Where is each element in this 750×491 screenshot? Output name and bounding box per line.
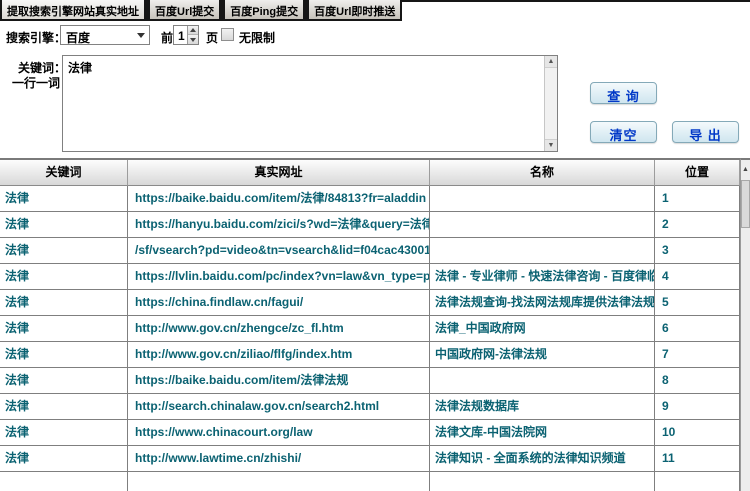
cell-keyword: 法律 (0, 394, 128, 420)
cell-url: /sf/vsearch?pd=video&tn=vsearch&lid=f04c… (128, 238, 430, 264)
scroll-down-icon[interactable]: ▼ (545, 139, 557, 151)
cell-position: 6 (655, 316, 740, 342)
table-row[interactable]: 法律 https://baike.baidu.com/item/法律法规 8 (0, 368, 740, 394)
unlimited-label: 无限制 (239, 29, 275, 46)
cell-name (430, 186, 655, 212)
search-engine-select[interactable]: 百度 (60, 25, 150, 45)
cell-name: 法律 - 专业律师 - 快速法律咨询 - 百度律临 (430, 264, 655, 290)
cell-position: 5 (655, 290, 740, 316)
cell-position: 7 (655, 342, 740, 368)
page-suffix-label: 页 (206, 29, 218, 46)
arrow-down-icon (190, 38, 196, 42)
table-row[interactable]: 法律 https://hanyu.baidu.com/zici/s?wd=法律&… (0, 212, 740, 238)
tab-extract-real-urls[interactable]: 提取搜索引擎网站真实地址 (0, 0, 146, 21)
tab-bar: 提取搜索引擎网站真实地址 百度Url提交 百度Ping提交 百度Url即时推送 (0, 0, 404, 21)
cell-url: https://lvlin.baidu.com/pc/index?vn=law&… (128, 264, 430, 290)
table-header-row: 关键词 真实网址 名称 位置 (0, 160, 740, 186)
stepper-up-button[interactable] (188, 26, 198, 35)
cell-url (128, 472, 430, 491)
tab-baidu-ping-submit[interactable]: 百度Ping提交 (223, 0, 305, 21)
cell-keyword (0, 472, 128, 491)
header-keyword[interactable]: 关键词 (0, 160, 128, 186)
keyword-hint-label: 一行一词 (12, 74, 60, 91)
cell-keyword: 法律 (0, 420, 128, 446)
header-position[interactable]: 位置 (655, 160, 740, 186)
stepper-buttons (187, 26, 198, 44)
cell-name (430, 368, 655, 394)
table-row[interactable]: 法律 https://baike.baidu.com/item/法律/84813… (0, 186, 740, 212)
cell-name: 法律法规查询-找法网法规库提供法律法规、司 (430, 290, 655, 316)
table-row[interactable]: 法律 https://www.chinacourt.org/law 法律文库-中… (0, 420, 740, 446)
cell-keyword: 法律 (0, 212, 128, 238)
cell-name (430, 212, 655, 238)
cell-url: http://search.chinalaw.gov.cn/search2.ht… (128, 394, 430, 420)
keyword-scrollbar[interactable]: ▲ ▼ (544, 56, 557, 151)
cell-url: https://www.chinacourt.org/law (128, 420, 430, 446)
table-scrollbar[interactable]: ▲ (740, 158, 750, 491)
cell-position: 1 (655, 186, 740, 212)
cell-keyword: 法律 (0, 342, 128, 368)
cell-url: https://china.findlaw.cn/fagui/ (128, 290, 430, 316)
page-prefix-label: 前 (161, 29, 173, 46)
page-count-value: 1 (178, 29, 185, 43)
cell-keyword: 法律 (0, 290, 128, 316)
table-row[interactable]: 法律 https://lvlin.baidu.com/pc/index?vn=l… (0, 264, 740, 290)
header-name[interactable]: 名称 (430, 160, 655, 186)
cell-name: 法律知识 - 全面系统的法律知识频道 (430, 446, 655, 472)
cell-name (430, 472, 655, 491)
cell-name (430, 238, 655, 264)
table-row[interactable]: 法律 http://www.gov.cn/zhengce/zc_fl.htm 法… (0, 316, 740, 342)
cell-position: 9 (655, 394, 740, 420)
cell-position (655, 472, 740, 491)
app-window: 提取搜索引擎网站真实地址 百度Url提交 百度Ping提交 百度Url即时推送 … (0, 0, 750, 491)
keyword-text: 法律 (68, 59, 92, 76)
search-engine-value: 百度 (66, 31, 90, 45)
table-row[interactable]: 法律 http://www.lawtime.cn/zhishi/ 法律知识 - … (0, 446, 740, 472)
tab-baidu-url-submit[interactable]: 百度Url提交 (148, 0, 221, 21)
cell-name: 中国政府网-法律法规 (430, 342, 655, 368)
page-count-stepper[interactable]: 1 (173, 25, 199, 45)
cell-position: 11 (655, 446, 740, 472)
cell-keyword: 法律 (0, 264, 128, 290)
scroll-up-icon[interactable]: ▲ (545, 56, 557, 68)
search-engine-label: 搜索引擎： (6, 29, 66, 46)
scroll-up-icon[interactable]: ▲ (741, 162, 750, 176)
export-button[interactable]: 导 出 (672, 121, 739, 143)
table-row[interactable]: 法律 http://www.gov.cn/ziliao/flfg/index.h… (0, 342, 740, 368)
tab-baidu-url-instant-push[interactable]: 百度Url即时推送 (307, 0, 402, 21)
cell-name: 法律_中国政府网 (430, 316, 655, 342)
cell-keyword: 法律 (0, 446, 128, 472)
arrow-up-icon (190, 28, 196, 32)
cell-position: 2 (655, 212, 740, 238)
table-row[interactable]: 法律 http://search.chinalaw.gov.cn/search2… (0, 394, 740, 420)
cell-url: http://www.lawtime.cn/zhishi/ (128, 446, 430, 472)
cell-name: 法律法规数据库 (430, 394, 655, 420)
cell-position: 3 (655, 238, 740, 264)
cell-url: http://www.gov.cn/ziliao/flfg/index.htm (128, 342, 430, 368)
cell-keyword: 法律 (0, 368, 128, 394)
query-button[interactable]: 查 询 (590, 82, 657, 104)
cell-name: 法律文库-中国法院网 (430, 420, 655, 446)
cell-url: https://baike.baidu.com/item/法律/84813?fr… (128, 186, 430, 212)
stepper-down-button[interactable] (188, 35, 198, 44)
cell-keyword: 法律 (0, 186, 128, 212)
cell-url: http://www.gov.cn/zhengce/zc_fl.htm (128, 316, 430, 342)
cell-keyword: 法律 (0, 238, 128, 264)
table-row[interactable]: 法律 https://china.findlaw.cn/fagui/ 法律法规查… (0, 290, 740, 316)
table-row[interactable]: 法律 /sf/vsearch?pd=video&tn=vsearch&lid=f… (0, 238, 740, 264)
cell-position: 10 (655, 420, 740, 446)
cell-position: 8 (655, 368, 740, 394)
cell-keyword: 法律 (0, 316, 128, 342)
clear-button[interactable]: 清空 (590, 121, 657, 143)
keyword-textarea[interactable]: 法律 ▲ ▼ (62, 55, 558, 152)
header-url[interactable]: 真实网址 (128, 160, 430, 186)
results-table: 关键词 真实网址 名称 位置 法律 https://baike.baidu.co… (0, 158, 740, 491)
scrollbar-thumb[interactable] (741, 180, 750, 228)
cell-position: 4 (655, 264, 740, 290)
chevron-down-icon (137, 33, 145, 38)
table-row-empty[interactable] (0, 472, 740, 491)
cell-url: https://baike.baidu.com/item/法律法规 (128, 368, 430, 394)
unlimited-checkbox[interactable] (221, 28, 234, 41)
cell-url: https://hanyu.baidu.com/zici/s?wd=法律&que… (128, 212, 430, 238)
